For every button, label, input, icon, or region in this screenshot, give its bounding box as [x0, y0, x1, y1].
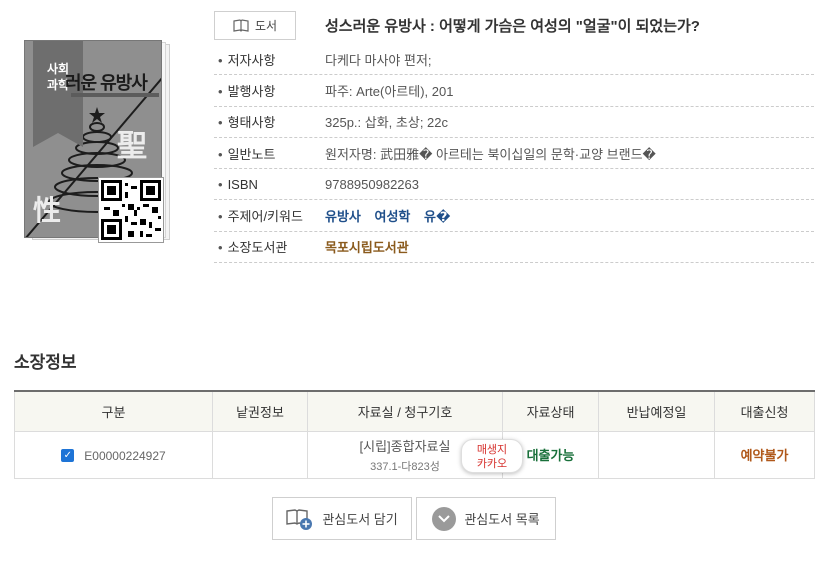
add-book-icon — [286, 508, 313, 530]
keyword-list: 유방사 여성학 유� — [325, 206, 460, 225]
loan-request-cell: 예약불가 — [714, 431, 815, 479]
meta-row-physical: 형태사항 325p.: 삽화, 초상; 22c — [214, 107, 814, 138]
meta-label: 발행사항 — [214, 81, 325, 100]
cover-glyph: 性 — [33, 195, 62, 226]
book-cover[interactable]: 사회 과학 러운 유방사 聖 性 — [24, 40, 176, 245]
keyword-link[interactable]: 유방사 — [325, 209, 361, 224]
chevron-down-icon — [432, 506, 457, 531]
kakao-map-badge[interactable]: 매생지 카카오 — [461, 438, 523, 473]
material-type-label: 도서 — [254, 19, 278, 33]
book-title: 성스러운 유방사 : 어떻게 가슴은 여성의 "얼굴"이 되었는가? — [325, 18, 700, 35]
column-header: 자료실 / 청구기호 — [307, 390, 503, 432]
meta-value: 파주: Arte(아르테), 201 — [325, 83, 454, 99]
table-row: ✓ E00000224927 [시립]종합자료실 337.1-다823성 매생지… — [14, 431, 815, 479]
select-checkbox[interactable]: ✓ — [61, 449, 75, 462]
add-favorite-label: 관심도서 담기 — [322, 512, 398, 527]
library-link[interactable]: 목포시립도서관 — [325, 237, 409, 256]
meta-label: 저자사항 — [214, 50, 325, 69]
add-favorite-button[interactable]: 관심도서 담기 — [272, 497, 412, 540]
meta-row-publication: 발행사항 파주: Arte(아르테), 201 — [214, 75, 814, 107]
meta-row-note: 일반노트 원저자명: 武田雅� 아르테는 북이십일의 문학·교양 브랜드� — [214, 138, 814, 170]
meta-row-library: 소장도서관 목포시립도서관 — [214, 232, 814, 264]
material-type-button[interactable]: 도서 — [214, 11, 296, 40]
book-icon — [233, 18, 249, 32]
volume-cell — [212, 431, 308, 479]
holdings-section-title: 소장정보 — [14, 353, 77, 372]
meta-value: 원저자명: 武田雅� 아르테는 북이십일의 문학·교양 브랜드� — [325, 146, 656, 162]
column-header: 반납예정일 — [598, 390, 715, 432]
meta-value: 다케다 마사야 편저; — [325, 52, 432, 68]
meta-label: 소장도서관 — [214, 237, 325, 256]
reg-no-cell: ✓ E00000224927 — [14, 431, 213, 479]
meta-label: 주제어/키워드 — [214, 206, 325, 225]
favorite-list-button[interactable]: 관심도서 목록 — [416, 497, 556, 540]
registration-number: E00000224927 — [84, 448, 166, 463]
meta-row-keywords: 주제어/키워드 유방사 여성학 유� — [214, 200, 814, 232]
keyword-link[interactable]: 유� — [424, 209, 450, 224]
qr-code-icon[interactable] — [99, 178, 163, 242]
column-header: 구분 — [14, 390, 213, 432]
meta-row-author: 저자사항 다케다 마사야 편저; — [214, 44, 814, 76]
reserve-status: 예약불가 — [740, 448, 789, 463]
column-header: 자료상태 — [502, 390, 599, 432]
column-header: 대출신청 — [714, 390, 815, 432]
status-label: 대출가능 — [526, 448, 575, 463]
meta-label: ISBN — [214, 177, 325, 192]
meta-label: 일반노트 — [214, 144, 325, 163]
cover-subtitle-line — [71, 93, 159, 97]
meta-label: 형태사항 — [214, 112, 325, 131]
column-header: 낱권정보 — [212, 390, 308, 432]
cover-title: 러운 유방사 — [65, 73, 148, 93]
cover-glyph: 聖 — [117, 130, 147, 163]
meta-value: 9788950982263 — [325, 176, 419, 192]
bibliographic-details: 저자사항 다케다 마사야 편저; 발행사항 파주: Arte(아르테), 201… — [214, 44, 814, 264]
keyword-link[interactable]: 여성학 — [375, 209, 411, 224]
table-header-row: 구분 낱권정보 자료실 / 청구기호 자료상태 반납예정일 대출신청 — [14, 390, 815, 432]
location-cell: [시립]종합자료실 337.1-다823성 매생지 카카오 — [307, 431, 523, 479]
holdings-table: 구분 낱권정보 자료실 / 청구기호 자료상태 반납예정일 대출신청 ✓ E00… — [14, 390, 815, 479]
meta-value: 325p.: 삽화, 초상; 22c — [325, 115, 449, 131]
due-date-cell — [598, 431, 715, 479]
favorite-list-label: 관심도서 목록 — [464, 512, 540, 527]
meta-row-isbn: ISBN 9788950982263 — [214, 169, 814, 201]
